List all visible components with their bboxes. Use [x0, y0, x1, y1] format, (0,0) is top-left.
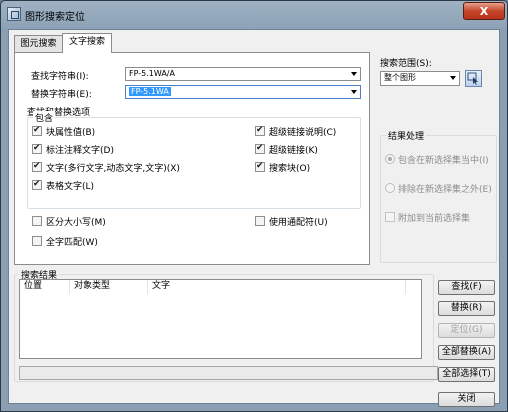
checkbox-hyperlink[interactable]: [255, 143, 265, 154]
table-text-label: 表格文字(L): [46, 182, 95, 192]
checkbox-match-case[interactable]: [32, 216, 42, 226]
dimension-text-label: 标注注释文字(D): [46, 146, 114, 156]
search-blocks-label: 搜索块(O): [269, 164, 311, 174]
append-selection-label: 附加到当前选择集: [398, 214, 471, 224]
checkbox-dimension-text[interactable]: [32, 143, 42, 154]
radio-include-new[interactable]: [385, 154, 395, 164]
exclude-new-label: 排除在新选择集之外(E): [398, 185, 492, 195]
text-search-panel: 查找字符串(I): FP-5.1WA/A 替换字符串(E): FP-5.1WA …: [14, 52, 370, 265]
window-title: 图形搜索定位: [25, 12, 85, 23]
block-attributes-label: 块属性值(B): [46, 128, 96, 138]
column-header-text[interactable]: 文字: [148, 280, 406, 294]
scope-label: 搜索范围(S):: [380, 59, 432, 69]
chevron-down-icon[interactable]: [351, 90, 357, 94]
column-header-position[interactable]: 位置: [20, 280, 70, 294]
replace-value: FP-5.1WA: [129, 87, 171, 96]
title-bar[interactable]: 图形搜索定位 X: [1, 1, 507, 29]
find-label: 查找字符串(I):: [31, 72, 89, 82]
scope-value: 整个图形: [384, 73, 416, 82]
status-field: [19, 366, 438, 380]
find-input[interactable]: FP-5.1WA/A: [125, 67, 361, 81]
include-title: 包含: [33, 111, 56, 124]
select-all-button[interactable]: 全部选择(T): [438, 367, 495, 382]
checkbox-table-text[interactable]: [32, 179, 42, 190]
chevron-down-icon[interactable]: [450, 76, 456, 80]
select-objects-button[interactable]: [465, 70, 482, 87]
select-objects-icon: [467, 72, 478, 85]
checkbox-whole-word[interactable]: [32, 236, 42, 246]
dialog-client: 图元搜索 文字搜索 查找字符串(I): FP-5.1WA/A 替换字符串(E):…: [8, 29, 500, 407]
close-button[interactable]: 关闭: [438, 392, 495, 407]
chevron-down-icon[interactable]: [351, 72, 357, 76]
replace-label: 替换字符串(E):: [31, 90, 92, 100]
hyperlink-label: 超级链接(K): [269, 146, 318, 156]
checkbox-wildcards[interactable]: [255, 216, 265, 226]
checkbox-search-blocks[interactable]: [255, 161, 265, 172]
text-label: 文字(多行文字,动态文字,文字)(X): [46, 164, 180, 174]
whole-word-label: 全字匹配(W): [46, 238, 98, 248]
locate-button[interactable]: 定位(G): [438, 323, 495, 338]
result-handling-title: 结果处理: [386, 129, 427, 142]
results-list[interactable]: 位置 对象类型 文字: [19, 279, 422, 359]
checkbox-hyperlink-description[interactable]: [255, 125, 265, 136]
scope-select[interactable]: 整个图形: [380, 71, 460, 86]
find-button[interactable]: 查找(F): [438, 280, 495, 295]
include-new-label: 包含在新选择集当中(I): [398, 156, 489, 166]
tab-text-search[interactable]: 文字搜索: [62, 33, 112, 53]
hyperlink-description-label: 超级链接说明(C): [269, 128, 337, 138]
checkbox-text[interactable]: [32, 161, 42, 172]
find-value: FP-5.1WA/A: [129, 69, 175, 78]
tab-graphic-search[interactable]: 图元搜索: [14, 35, 63, 52]
replace-button[interactable]: 替换(R): [438, 301, 495, 316]
wildcards-label: 使用通配符(U): [269, 218, 328, 228]
close-window-button[interactable]: X: [463, 2, 505, 20]
checkbox-block-attributes[interactable]: [32, 125, 42, 136]
column-header-object-type[interactable]: 对象类型: [70, 280, 148, 294]
match-case-label: 区分大小写(M): [46, 218, 106, 228]
app-icon: [7, 7, 21, 21]
radio-exclude-new[interactable]: [385, 183, 395, 193]
replace-input[interactable]: FP-5.1WA: [125, 85, 361, 99]
checkbox-append-selection[interactable]: [385, 212, 395, 222]
replace-all-button[interactable]: 全部替换(A): [438, 345, 495, 360]
dialog-window: 图形搜索定位 X 图元搜索 文字搜索 查找字符串(I): FP-5.1WA/A …: [0, 0, 508, 412]
